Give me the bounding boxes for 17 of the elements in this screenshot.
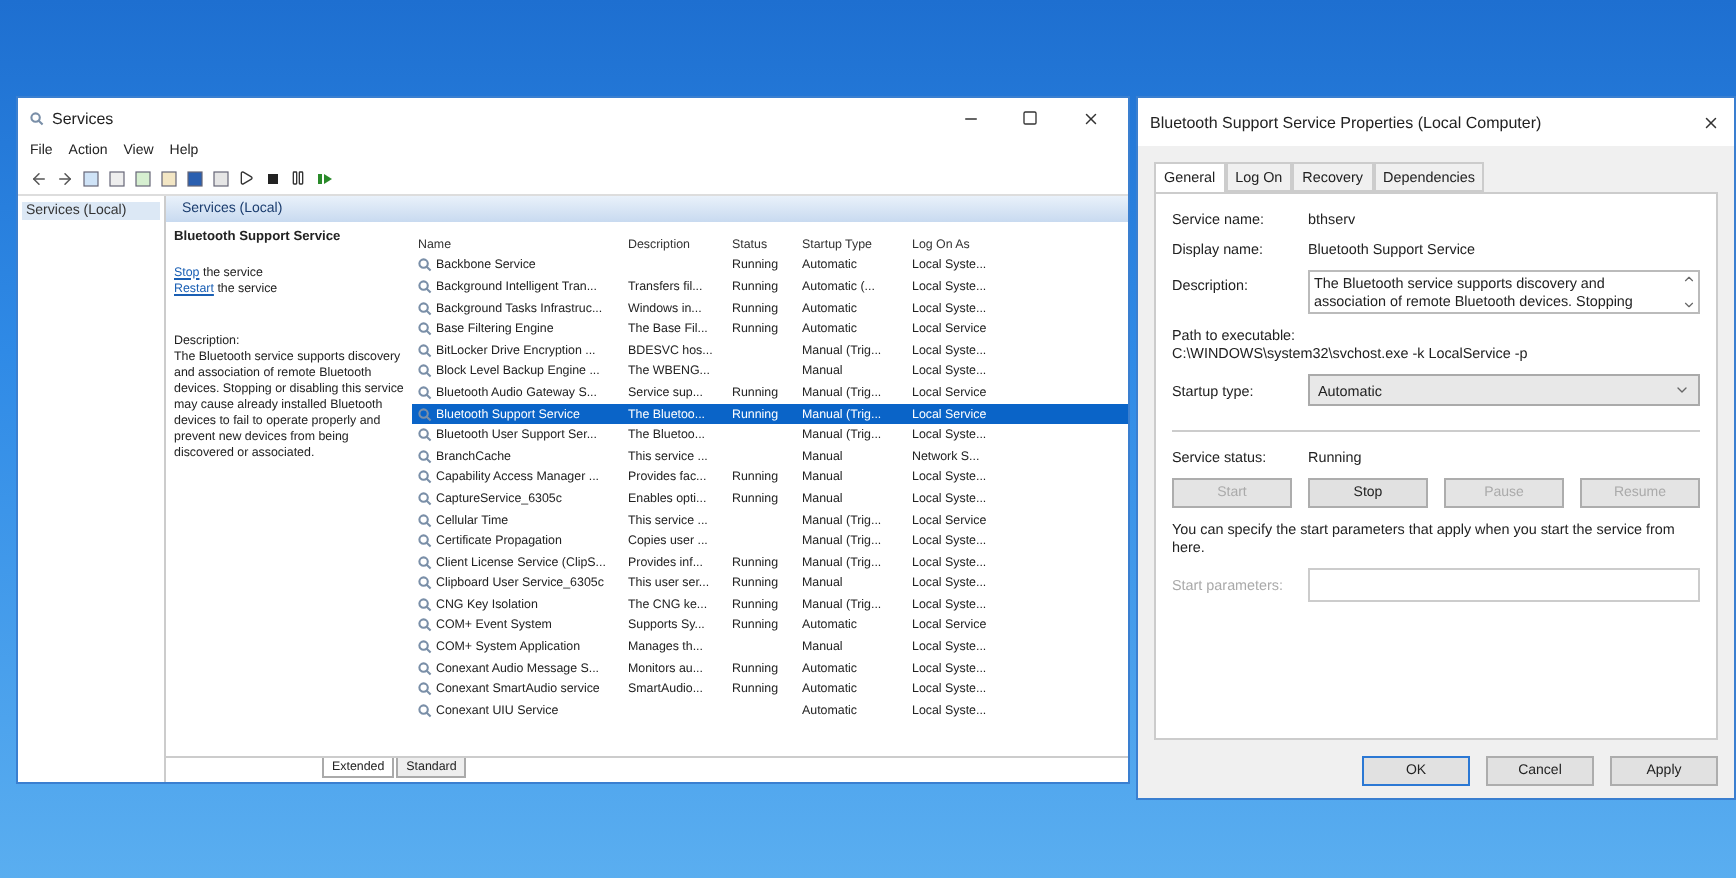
window-title: Services: [52, 109, 116, 127]
help-icon[interactable]: [186, 169, 204, 187]
console-icon[interactable]: [82, 169, 100, 187]
list-icon[interactable]: [108, 169, 126, 187]
forward-icon[interactable]: [56, 169, 74, 187]
pause-icon[interactable]: [290, 169, 308, 187]
scroll-down-icon[interactable]: [1681, 298, 1695, 312]
refresh-icon[interactable]: [134, 169, 152, 187]
scroll-up-icon[interactable]: [1681, 272, 1695, 286]
stop-icon[interactable]: [264, 169, 282, 187]
properties-icon[interactable]: [212, 169, 230, 187]
back-icon[interactable]: [30, 169, 48, 187]
chevron-down-icon: [1674, 382, 1690, 398]
resume-icon[interactable]: [316, 169, 334, 187]
window-title: Bluetooth Support Service Properties (Local Computer): [1150, 113, 1544, 131]
play-icon[interactable]: [238, 169, 256, 187]
export-icon[interactable]: [160, 169, 178, 187]
